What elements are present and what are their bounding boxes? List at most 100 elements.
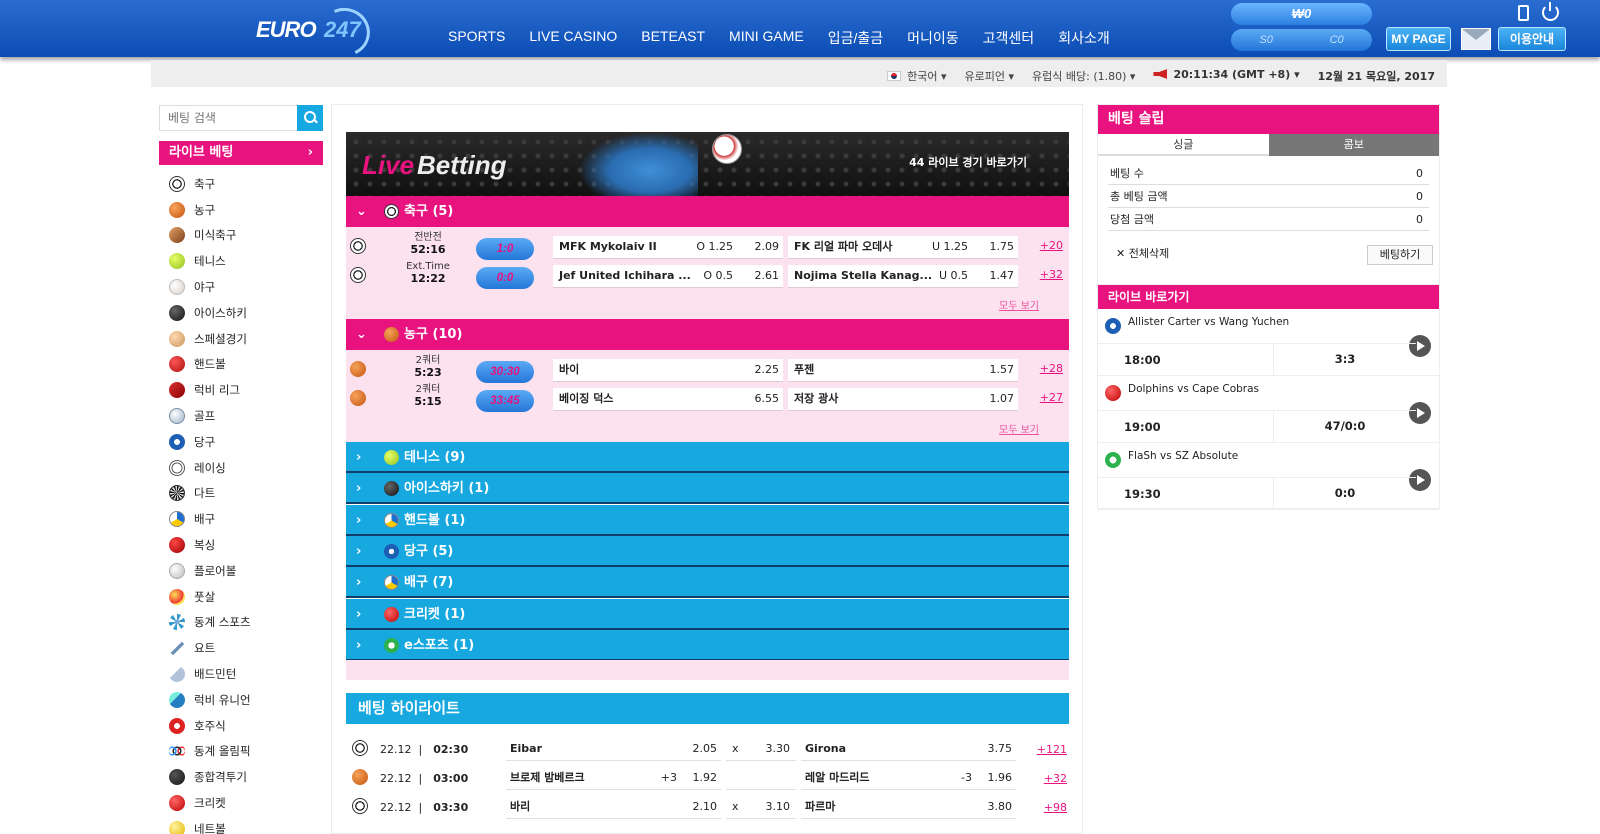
sidebar-item-mma[interactable]: 종합격투기 (159, 764, 323, 790)
sidebar-item-net[interactable]: 네트볼 (159, 816, 323, 834)
home-odds-cell[interactable]: MFK Mykolaiv II O 1.25 2.09 (553, 236, 783, 259)
away-odds-cell[interactable]: 저장 광사 1.07 (788, 388, 1018, 411)
search-icon[interactable] (297, 105, 323, 131)
sidebar-item-vol[interactable]: 배구 (159, 506, 323, 532)
tab-combo[interactable]: 콤보 (1268, 134, 1439, 156)
collapsed-sport-header[interactable]: › 아이스하키 (1) (346, 473, 1069, 505)
clock-display[interactable]: 20:11:34 (GMT +8) ▾ (1153, 68, 1300, 84)
collapsed-sport-header[interactable]: › 테니스 (9) (346, 442, 1069, 473)
nav-beteast[interactable]: BETEAST (641, 28, 705, 48)
delete-all-button[interactable]: ✕ 전체삭제 (1116, 245, 1169, 261)
highlight-row[interactable]: 22.12 | 03:00 브로제 밤베르크 +3 1.92 레알 마드리드 -3 1.96… (346, 763, 1069, 792)
live-match-row[interactable]: 전반전 52:16 1:0 MFK Mykolaiv II O 1.25 2.09 FK 리… (346, 231, 1069, 260)
place-bet-button[interactable]: 베팅하기 (1367, 245, 1433, 265)
live-betting-button[interactable]: 라이브 베팅 › (159, 141, 323, 165)
home-odds-cell[interactable]: 브로제 밤베르크 +3 1.92 (506, 767, 721, 790)
sidebar-item-ten[interactable]: 테니스 (159, 248, 323, 274)
nav-company-info[interactable]: 회사소개 (1058, 28, 1110, 48)
away-odds-cell[interactable]: Girona 3.75 (801, 738, 1016, 761)
live-quick-match[interactable]: Allister Carter vs Wang Yuchen 18:00 3:3 (1098, 309, 1439, 376)
sidebar-item-hnd[interactable]: 핸드볼 (159, 352, 323, 378)
sidebar-item-crk[interactable]: 크리켓 (159, 790, 323, 816)
more-markets-link[interactable]: +32 (1022, 268, 1067, 281)
my-page-button[interactable]: MY PAGE (1386, 27, 1451, 51)
draw-odds-cell[interactable]: x 3.30 (726, 738, 796, 761)
more-markets-link[interactable]: +32 (1022, 772, 1067, 785)
home-odds-cell[interactable]: 베이징 덕스 6.55 (553, 388, 783, 411)
mobile-icon[interactable] (1518, 5, 1529, 21)
away-odds-cell[interactable]: 푸젠 1.57 (788, 359, 1018, 382)
draw-odds-cell[interactable]: x 3.10 (726, 796, 796, 819)
live-quick-match[interactable]: FlaSh vs SZ Absolute 19:30 0:0 (1098, 443, 1439, 510)
sidebar-item-flb[interactable]: 플로어볼 (159, 558, 323, 584)
home-odds-cell[interactable]: 바리 2.10 (506, 796, 721, 819)
guide-button[interactable]: 이용안내 (1498, 27, 1566, 51)
region-select[interactable]: 유로피언 ▾ (965, 68, 1015, 84)
more-markets-link[interactable]: +28 (1022, 362, 1067, 375)
nav-sports[interactable]: SPORTS (448, 28, 505, 48)
highlight-row[interactable]: 22.12 | 03:30 바리 2.10 x 3.10 파르마 3.80 +98 (346, 792, 1069, 821)
sidebar-item-rug[interactable]: 럭비 리그 (159, 377, 323, 403)
soccer-see-all[interactable]: 모두 보기 (999, 297, 1039, 312)
euro247-logo[interactable]: EURO 247 (256, 0, 386, 64)
sidebar-item-box[interactable]: 복싱 (159, 532, 323, 558)
balance-display[interactable]: ₩0 (1231, 3, 1372, 25)
sidebar-item-aus[interactable]: 호주식 (159, 713, 323, 739)
language-select[interactable]: 한국어 ▾ (887, 68, 947, 84)
sidebar-item-amf[interactable]: 미식축구 (159, 223, 323, 249)
more-markets-link[interactable]: +20 (1022, 239, 1067, 252)
live-betting-banner[interactable]: Live Betting 44 라이브 경기 바로가기 (346, 132, 1069, 196)
power-icon[interactable] (1542, 2, 1559, 21)
home-odds-cell[interactable]: Eibar 2.05 (506, 738, 721, 761)
home-odds-cell[interactable]: 바이 2.25 (553, 359, 783, 382)
away-odds-cell[interactable]: FK 리얼 파마 오데사 U 1.25 1.75 (788, 236, 1018, 259)
more-markets-link[interactable]: +121 (1022, 743, 1067, 756)
sidebar-item-hok[interactable]: 아이스하키 (159, 300, 323, 326)
basketball-section-header[interactable]: ⌄ 농구 (10) (346, 319, 1069, 350)
tab-single[interactable]: 싱글 (1098, 134, 1269, 156)
nav-live-casino[interactable]: LIVE CASINO (529, 28, 617, 48)
sidebar-item-bsk[interactable]: 농구 (159, 197, 323, 223)
nav-customer-center[interactable]: 고객센터 (983, 28, 1035, 48)
sidebar-item-bad[interactable]: 배드민턴 (159, 661, 323, 687)
search-input[interactable] (160, 106, 290, 130)
draw-odds-cell[interactable] (726, 767, 796, 790)
sidebar-item-oly[interactable]: 동계 올림픽 (159, 739, 323, 765)
nav-deposit-withdraw[interactable]: 입금/출금 (828, 28, 883, 48)
more-markets-link[interactable]: +98 (1022, 801, 1067, 814)
sidebar-item-spc[interactable]: 스페셜경기 (159, 326, 323, 352)
live-match-row[interactable]: 2쿼터 5:15 33:45 베이징 덕스 6.55 저장 광사 1.07 +27 (346, 383, 1069, 412)
nav-money-transfer[interactable]: 머니이동 (907, 28, 959, 48)
highlight-row[interactable]: 22.12 | 02:30 Eibar 2.05 x 3.30 Girona 3.75 +12… (346, 734, 1069, 763)
collapsed-sport-header[interactable]: › 당구 (5) (346, 535, 1069, 567)
collapsed-sport-header[interactable]: › 핸드볼 (1) (346, 504, 1069, 536)
sidebar-item-drt[interactable]: 다트 (159, 481, 323, 507)
more-markets-link[interactable]: +27 (1022, 391, 1067, 404)
live-match-row[interactable]: Ext.Time 12:22 0:0 Jef United Ichihara ... O… (346, 260, 1069, 289)
sidebar-item-fut[interactable]: 풋살 (159, 584, 323, 610)
sidebar-item-yac[interactable]: 요트 (159, 635, 323, 661)
collapsed-sport-header[interactable]: › 크리켓 (1) (346, 598, 1069, 630)
away-odds-cell[interactable]: 파르마 3.80 (801, 796, 1016, 819)
sidebar-item-win[interactable]: 동계 스포츠 (159, 610, 323, 636)
collapsed-sport-header[interactable]: › e스포츠 (1) (346, 629, 1069, 661)
live-match-row[interactable]: 2쿼터 5:23 30:30 바이 2.25 푸젠 1.57 +28 (346, 354, 1069, 383)
sidebar-item-glf[interactable]: 골프 (159, 403, 323, 429)
away-odds-cell[interactable]: Nojima Stella Kanag... U 0.5 1.47 (788, 265, 1018, 288)
soccer-section-header[interactable]: ⌄ 축구 (5) (346, 196, 1069, 227)
collapsed-sport-header[interactable]: › 배구 (7) (346, 567, 1069, 599)
sidebar-item-soc[interactable]: 축구 (159, 171, 323, 197)
sidebar-item-label: 배드민턴 (194, 667, 237, 682)
sidebar-item-rac[interactable]: 레이싱 (159, 455, 323, 481)
mail-icon[interactable] (1461, 28, 1491, 50)
nav-mini-game[interactable]: MINI GAME (729, 28, 804, 48)
home-odds-cell[interactable]: Jef United Ichihara ... O 0.5 2.61 (553, 265, 783, 288)
sidebar-item-bas[interactable]: 야구 (159, 274, 323, 300)
odds-format-select[interactable]: 유럽식 배당: (1.80) ▾ (1032, 68, 1135, 84)
sidebar-item-run[interactable]: 럭비 유니언 (159, 687, 323, 713)
live-quick-match[interactable]: Dolphins vs Cape Cobras 19:00 47/0:0 (1098, 376, 1439, 443)
sidebar-item-bil[interactable]: 당구 (159, 429, 323, 455)
banner-caption[interactable]: 44 라이브 경기 바로가기 (909, 154, 1027, 170)
basketball-see-all[interactable]: 모두 보기 (999, 421, 1039, 436)
away-odds-cell[interactable]: 레알 마드리드 -3 1.96 (801, 767, 1016, 790)
